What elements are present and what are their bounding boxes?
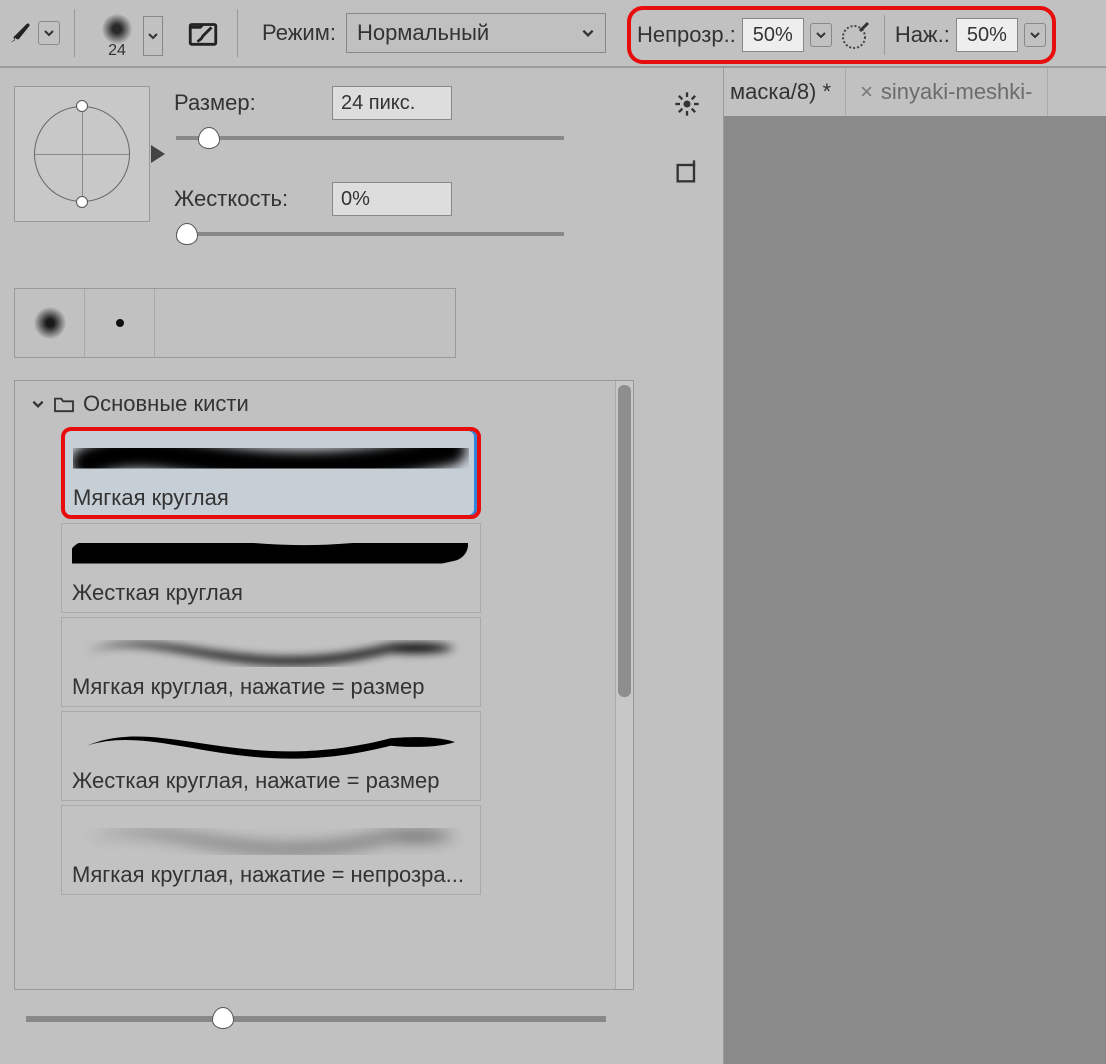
folder-brush-icon bbox=[186, 16, 220, 50]
brush-preset-name: Жесткая круглая, нажатие = размер bbox=[72, 768, 470, 794]
size-input[interactable]: 24 пикс. bbox=[332, 86, 452, 120]
brush-angle-arrow[interactable] bbox=[151, 145, 165, 163]
recent-brush-1[interactable] bbox=[15, 289, 85, 357]
hardness-label: Жесткость: bbox=[174, 186, 314, 212]
brush-stroke-preview bbox=[73, 435, 469, 483]
brush-angle-circle bbox=[34, 106, 130, 202]
preset-zoom-slider[interactable] bbox=[24, 1008, 699, 1028]
brush-preset-name: Мягкая круглая bbox=[73, 485, 469, 511]
brush-preset-item[interactable]: Жесткая круглая bbox=[61, 523, 481, 613]
size-slider[interactable] bbox=[176, 128, 564, 148]
brush-folder-title: Основные кисти bbox=[83, 391, 249, 417]
brush-folder-header[interactable]: Основные кисти bbox=[31, 391, 599, 417]
scrollbar-thumb[interactable] bbox=[618, 385, 631, 697]
opacity-label: Непрозр.: bbox=[637, 22, 736, 48]
brush-preset-popover: Размер: 24 пикс. Жесткость: 0% bbox=[0, 68, 724, 1064]
separator bbox=[74, 9, 75, 57]
brush-icon bbox=[6, 19, 34, 47]
blend-mode-select[interactable]: Нормальный bbox=[346, 13, 606, 53]
brush-preview-thumb bbox=[100, 12, 134, 46]
brush-preview-size: 24 bbox=[108, 42, 126, 60]
recent-brush-2[interactable] bbox=[85, 289, 155, 357]
new-preset-icon[interactable] bbox=[673, 158, 701, 186]
blend-mode-value: Нормальный bbox=[357, 20, 489, 46]
workspace: Размер: 24 пикс. Жесткость: 0% bbox=[0, 68, 1106, 1064]
document-tab-1[interactable]: маска/8) * bbox=[724, 68, 846, 116]
tool-dropdown[interactable] bbox=[38, 21, 60, 45]
brush-preset-name: Жесткая круглая bbox=[72, 580, 470, 606]
size-label: Размер: bbox=[174, 90, 314, 116]
hardness-input[interactable]: 0% bbox=[332, 182, 452, 216]
pressure-opacity-icon bbox=[840, 19, 872, 51]
mode-label: Режим: bbox=[262, 20, 336, 46]
options-bar: 24 Режим: Нормальный Непрозр.: 50% bbox=[0, 0, 1106, 68]
chevron-down-icon bbox=[581, 26, 595, 40]
brush-preset-item[interactable]: Жесткая круглая, нажатие = размер bbox=[61, 711, 481, 801]
brush-preset-picker-dropdown[interactable] bbox=[143, 16, 163, 56]
hardness-slider[interactable] bbox=[176, 224, 564, 244]
document-tabs: маска/8) * × sinyaki-meshki- bbox=[724, 68, 1106, 116]
brush-stroke-preview bbox=[72, 530, 470, 578]
brush-preview[interactable]: 24 bbox=[89, 6, 145, 60]
pressure-opacity-toggle[interactable] bbox=[838, 17, 874, 53]
brush-preset-name: Мягкая круглая, нажатие = непрозра... bbox=[72, 862, 470, 888]
opacity-dropdown[interactable] bbox=[810, 23, 832, 47]
flow-dropdown[interactable] bbox=[1024, 23, 1046, 47]
gear-icon[interactable] bbox=[673, 90, 701, 118]
brush-stroke-preview bbox=[72, 812, 470, 860]
document-tab-2[interactable]: × sinyaki-meshki- bbox=[846, 68, 1047, 116]
separator bbox=[237, 9, 238, 57]
highlighted-opacity-flow: Непрозр.: 50% Наж.: 50% bbox=[627, 6, 1056, 64]
close-icon[interactable]: × bbox=[860, 79, 873, 105]
blend-mode-group: Режим: Нормальный bbox=[262, 13, 606, 53]
brush-preset-name: Мягкая круглая, нажатие = размер bbox=[72, 674, 470, 700]
brush-preset-list: Основные кисти Мягкая круглая Жесткая кр… bbox=[14, 380, 634, 990]
flow-input[interactable]: 50% bbox=[956, 18, 1018, 52]
preset-scrollbar[interactable] bbox=[615, 381, 633, 989]
folder-icon bbox=[53, 395, 75, 413]
active-tool[interactable] bbox=[6, 19, 60, 47]
document-area: маска/8) * × sinyaki-meshki- bbox=[724, 68, 1106, 1064]
brush-preset-item[interactable]: Мягкая круглая, нажатие = непрозра... bbox=[61, 805, 481, 895]
brush-settings-panel-button[interactable] bbox=[183, 13, 223, 53]
brush-stroke-preview bbox=[72, 718, 470, 766]
opacity-input[interactable]: 50% bbox=[742, 18, 804, 52]
separator bbox=[884, 15, 885, 55]
flow-label: Наж.: bbox=[895, 22, 950, 48]
chevron-down-icon bbox=[31, 397, 45, 411]
brush-preset-item[interactable]: Мягкая круглая bbox=[61, 427, 481, 519]
brush-preset-item[interactable]: Мягкая круглая, нажатие = размер bbox=[61, 617, 481, 707]
recent-brushes-row bbox=[14, 288, 456, 358]
brush-stroke-preview bbox=[72, 624, 470, 672]
brush-angle-control[interactable] bbox=[14, 86, 150, 222]
